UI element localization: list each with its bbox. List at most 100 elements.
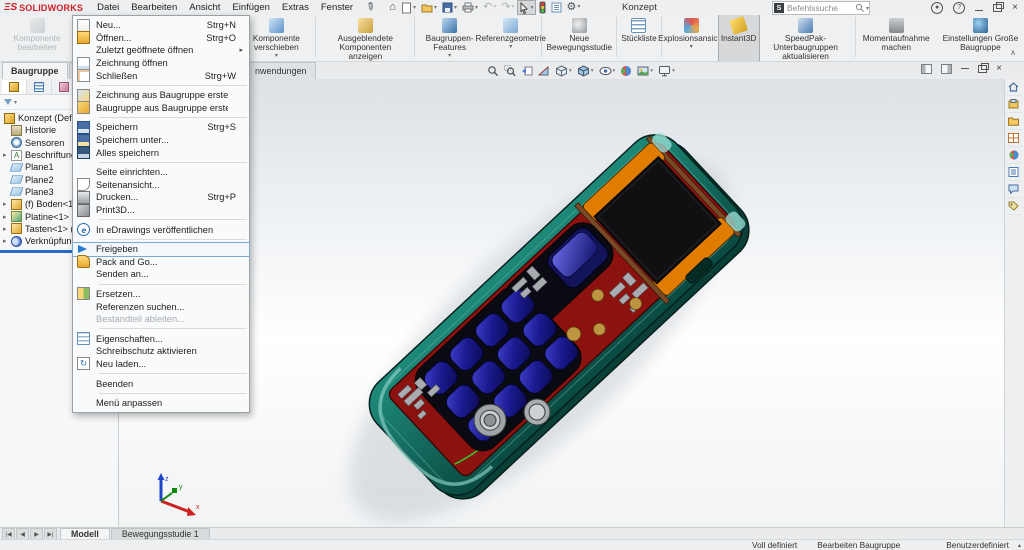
ribbon-collapse-icon[interactable]: ∧ [1010, 48, 1016, 57]
file-properties-icon[interactable] [550, 1, 563, 14]
ribbon-button[interactable]: Referenzgeometrie ▾ [482, 15, 540, 61]
search-dropdown-icon[interactable]: ▾ [866, 5, 869, 12]
menu-item[interactable]: Alles speichern [73, 146, 249, 159]
previous-view-icon[interactable] [521, 65, 533, 77]
filter-dropdown-icon[interactable]: ▾ [14, 99, 17, 106]
design-library-icon[interactable] [1005, 96, 1022, 113]
menu-item[interactable] [99, 162, 247, 163]
command-tab[interactable]: Baugruppe [2, 62, 68, 79]
menu-item[interactable] [99, 117, 247, 118]
pin-menubar-icon[interactable]: ✎ [363, 0, 377, 14]
menu-item[interactable]: Pack and Go... [73, 256, 249, 269]
menu-item[interactable]: Neu... Strg+N [73, 19, 249, 32]
ribbon-button[interactable] [616, 17, 617, 57]
graphics-viewport[interactable]: z x y [119, 79, 1005, 528]
resources-home-icon[interactable] [1005, 79, 1022, 96]
menu-bar-item[interactable]: Datei [91, 0, 125, 15]
doc-restore-icon[interactable] [978, 65, 987, 73]
hide-show-items-icon[interactable]: ▾ [599, 66, 616, 76]
menu-bar-item[interactable]: Bearbeiten [125, 0, 183, 15]
propertymanager-tab-icon[interactable] [27, 80, 52, 94]
doc-minimize-icon[interactable] [961, 68, 969, 70]
units-dropdown-icon[interactable]: ▴ [1018, 542, 1021, 549]
menu-item[interactable]: Neu laden... [73, 358, 249, 371]
ribbon-button[interactable]: Baugruppen-Features ▾ [417, 15, 482, 61]
minimize-icon[interactable] [975, 10, 983, 12]
view-orientation-icon[interactable]: ▾ [555, 65, 572, 77]
ribbon-button[interactable] [414, 17, 415, 57]
menu-item[interactable]: Eigenschaften... [73, 332, 249, 345]
menu-item[interactable]: Seitenansicht... [73, 179, 249, 192]
menu-bar-item[interactable]: Fenster [315, 0, 359, 15]
zoom-fit-icon[interactable] [487, 65, 499, 77]
menu-item[interactable] [99, 373, 247, 374]
user-account-icon[interactable]: ● [931, 2, 943, 14]
options-gear-icon[interactable]: ⚙▾ [566, 1, 582, 14]
menu-item[interactable] [99, 393, 247, 394]
model-3d-view[interactable]: z x y [119, 79, 1005, 528]
menu-item[interactable]: In eDrawings veröffentlichen [73, 223, 249, 236]
menu-item[interactable]: Drucken... Strg+P [73, 191, 249, 204]
menu-item[interactable]: Zeichnung aus Baugruppe erstellen [73, 89, 249, 102]
menu-item[interactable]: Beenden [73, 377, 249, 390]
ribbon-button[interactable]: Komponente bearbeiten [2, 15, 72, 61]
units-selector[interactable]: Benutzerdefiniert [946, 540, 1009, 550]
expand-arrow-icon[interactable]: ▸ [3, 213, 11, 221]
ribbon-button[interactable]: Neue Bewegungsstudie [544, 15, 613, 61]
menu-item[interactable]: Baugruppe aus Baugruppe erstellen [73, 102, 249, 115]
pane-left-icon[interactable] [921, 64, 932, 74]
print-icon[interactable]: ▾ [461, 1, 479, 14]
menu-item[interactable]: Menü anpassen [73, 397, 249, 410]
ribbon-button[interactable]: Ausgeblendete Komponenten anzeigen [318, 15, 412, 61]
ribbon-button[interactable]: Stückliste [619, 15, 659, 61]
new-document-icon[interactable]: ▾ [400, 1, 417, 14]
menu-item[interactable]: Zuletzt geöffnete öffnen ▸ [73, 44, 249, 57]
view-palette-icon[interactable] [1005, 130, 1022, 147]
ribbon-button[interactable]: Momentaufnahme machen [858, 15, 935, 61]
menu-bar-item[interactable]: Extras [276, 0, 315, 15]
appearances-icon[interactable] [1005, 147, 1022, 164]
apply-scene-icon[interactable]: ▾ [637, 65, 653, 77]
save-icon[interactable]: ▾ [441, 1, 458, 14]
menu-item[interactable]: Senden an... [73, 268, 249, 281]
close-icon[interactable]: × [1012, 3, 1018, 13]
command-tab[interactable]: nwendungen [246, 62, 316, 79]
restore-icon[interactable] [993, 4, 1002, 12]
select-cursor-icon[interactable]: ▾ [518, 1, 534, 14]
forum-icon[interactable] [1005, 181, 1022, 198]
menu-item[interactable]: Print3D... [73, 204, 249, 217]
menu-item[interactable] [99, 284, 247, 285]
menu-item[interactable]: Referenzen suchen... [73, 300, 249, 313]
tags-icon[interactable] [1005, 198, 1022, 215]
zoom-area-icon[interactable] [504, 65, 516, 77]
undo-icon[interactable]: ↶▾ [482, 1, 497, 14]
menu-item[interactable] [99, 219, 247, 220]
ribbon-button[interactable]: Komponente verschieben ▾ [239, 15, 313, 61]
menu-item[interactable]: Speichern Strg+S [73, 121, 249, 134]
menu-item[interactable]: Bestandteil ableiten... [73, 313, 249, 326]
doc-close-icon[interactable]: × [996, 64, 1002, 74]
expand-arrow-icon[interactable]: ▸ [3, 151, 11, 159]
open-icon[interactable]: ▾ [420, 1, 438, 14]
edit-appearance-icon[interactable] [620, 65, 632, 77]
help-icon[interactable]: ? [953, 2, 965, 14]
display-style-icon[interactable]: ▾ [577, 65, 594, 77]
menu-item[interactable]: Öffnen... Strg+O [73, 32, 249, 45]
menu-bar-item[interactable]: Ansicht [183, 0, 226, 15]
expand-arrow-icon[interactable]: ▸ [3, 225, 11, 233]
command-search-box[interactable]: S Befehlssuche ▾ [772, 1, 870, 15]
pane-right-icon[interactable] [941, 64, 952, 74]
rebuild-traffic-light-icon[interactable] [538, 1, 547, 14]
phone-assembly-model[interactable] [356, 121, 761, 513]
menu-item[interactable]: Freigeben [73, 243, 249, 256]
menu-item[interactable]: Schließen Strg+W [73, 69, 249, 82]
ribbon-button[interactable] [541, 17, 542, 57]
ribbon-button[interactable]: SpeedPak-Unterbaugruppen aktualisieren [759, 15, 853, 61]
view-settings-icon[interactable]: ▾ [658, 65, 675, 77]
menu-item[interactable]: Zeichnung öffnen [73, 57, 249, 70]
expand-arrow-icon[interactable]: ▸ [3, 200, 11, 208]
ribbon-button[interactable] [315, 17, 316, 57]
expand-arrow-icon[interactable]: ▸ [3, 237, 11, 245]
featuremanager-tab-icon[interactable] [2, 80, 27, 94]
ribbon-button[interactable] [855, 17, 856, 57]
